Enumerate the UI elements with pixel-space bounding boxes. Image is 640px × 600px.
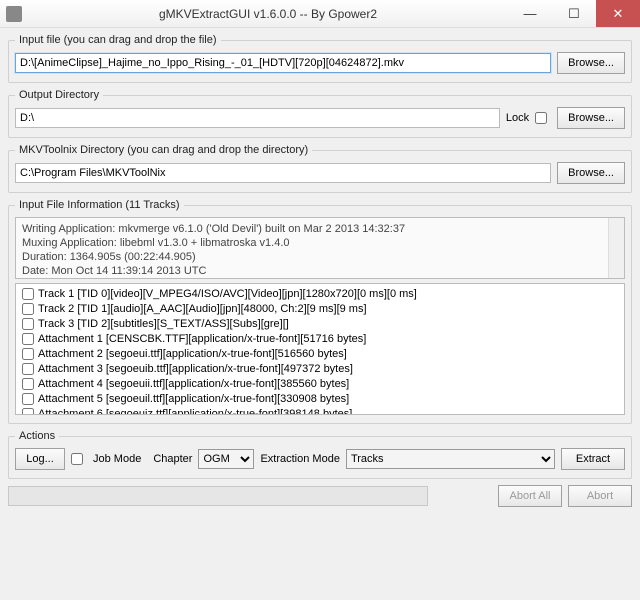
window-title: gMKVExtractGUI v1.6.0.0 -- By Gpower2	[28, 7, 508, 21]
extraction-select[interactable]: Tracks	[346, 449, 555, 469]
app-icon	[6, 6, 22, 22]
info-line: Writing Application: mkvmerge v6.1.0 ('O…	[22, 222, 618, 236]
track-row[interactable]: Attachment 3 [segoeuib.ttf][application/…	[16, 361, 624, 376]
track-list[interactable]: Track 1 [TID 0][video][V_MPEG4/ISO/AVC][…	[15, 283, 625, 415]
track-label: Attachment 4 [segoeuii.ttf][application/…	[38, 378, 349, 390]
output-dir-legend: Output Directory	[15, 89, 103, 101]
track-label: Track 1 [TID 0][video][V_MPEG4/ISO/AVC][…	[38, 288, 417, 300]
track-checkbox[interactable]	[22, 378, 34, 390]
track-label: Attachment 6 [segoeuiz.ttf][application/…	[38, 408, 352, 416]
browse-input-button[interactable]: Browse...	[557, 52, 625, 74]
file-info-legend: Input File Information (11 Tracks)	[15, 199, 184, 211]
track-label: Attachment 3 [segoeuib.ttf][application/…	[38, 363, 353, 375]
scrollbar[interactable]	[608, 218, 624, 278]
lock-checkbox[interactable]	[535, 112, 547, 124]
chapter-label: Chapter	[153, 453, 192, 465]
track-checkbox[interactable]	[22, 393, 34, 405]
progress-bar	[8, 486, 428, 506]
file-info-group: Input File Information (11 Tracks) Writi…	[8, 199, 632, 424]
log-button[interactable]: Log...	[15, 448, 65, 470]
minimize-button[interactable]: —	[508, 0, 552, 27]
toolnix-dir-field[interactable]	[15, 163, 551, 183]
toolnix-dir-legend: MKVToolnix Directory (you can drag and d…	[15, 144, 312, 156]
output-dir-field[interactable]	[15, 108, 500, 128]
browse-output-button[interactable]: Browse...	[557, 107, 625, 129]
info-line: Muxing Application: libebml v1.3.0 + lib…	[22, 236, 618, 250]
abort-button[interactable]: Abort	[568, 485, 632, 507]
actions-legend: Actions	[15, 430, 59, 442]
extraction-label: Extraction Mode	[260, 453, 339, 465]
titlebar: gMKVExtractGUI v1.6.0.0 -- By Gpower2 — …	[0, 0, 640, 28]
track-row[interactable]: Track 2 [TID 1][audio][A_AAC][Audio][jpn…	[16, 301, 624, 316]
info-line: Date: Mon Oct 14 11:39:14 2013 UTC	[22, 264, 618, 278]
toolnix-dir-group: MKVToolnix Directory (you can drag and d…	[8, 144, 632, 193]
track-row[interactable]: Attachment 1 [CENSCBK.TTF][application/x…	[16, 331, 624, 346]
input-file-group: Input file (you can drag and drop the fi…	[8, 34, 632, 83]
track-checkbox[interactable]	[22, 318, 34, 330]
browse-toolnix-button[interactable]: Browse...	[557, 162, 625, 184]
input-file-legend: Input file (you can drag and drop the fi…	[15, 34, 221, 46]
track-checkbox[interactable]	[22, 288, 34, 300]
track-checkbox[interactable]	[22, 348, 34, 360]
chapter-select[interactable]: OGM	[198, 449, 254, 469]
jobmode-label: Job Mode	[93, 453, 141, 465]
extract-button[interactable]: Extract	[561, 448, 625, 470]
track-row[interactable]: Track 3 [TID 2][subtitles][S_TEXT/ASS][S…	[16, 316, 624, 331]
output-dir-group: Output Directory Lock Browse...	[8, 89, 632, 138]
track-row[interactable]: Attachment 5 [segoeuil.ttf][application/…	[16, 391, 624, 406]
maximize-button[interactable]: ☐	[552, 0, 596, 27]
actions-group: Actions Log... Job Mode Chapter OGM Extr…	[8, 430, 632, 479]
track-checkbox[interactable]	[22, 408, 34, 416]
jobmode-checkbox[interactable]	[71, 453, 83, 465]
track-row[interactable]: Track 1 [TID 0][video][V_MPEG4/ISO/AVC][…	[16, 286, 624, 301]
info-line: Duration: 1364.905s (00:22:44.905)	[22, 250, 618, 264]
track-row[interactable]: Attachment 2 [segoeui.ttf][application/x…	[16, 346, 624, 361]
track-checkbox[interactable]	[22, 333, 34, 345]
file-info-text: Writing Application: mkvmerge v6.1.0 ('O…	[15, 217, 625, 279]
track-label: Track 3 [TID 2][subtitles][S_TEXT/ASS][S…	[38, 318, 289, 330]
input-file-field[interactable]	[15, 53, 551, 73]
lock-label: Lock	[506, 112, 529, 124]
track-row[interactable]: Attachment 4 [segoeuii.ttf][application/…	[16, 376, 624, 391]
track-label: Attachment 2 [segoeui.ttf][application/x…	[38, 348, 347, 360]
track-label: Attachment 5 [segoeuil.ttf][application/…	[38, 393, 349, 405]
track-label: Attachment 1 [CENSCBK.TTF][application/x…	[38, 333, 366, 345]
track-checkbox[interactable]	[22, 363, 34, 375]
track-row[interactable]: Attachment 6 [segoeuiz.ttf][application/…	[16, 406, 624, 415]
track-label: Track 2 [TID 1][audio][A_AAC][Audio][jpn…	[38, 303, 367, 315]
close-button[interactable]: ✕	[596, 0, 640, 27]
abort-all-button[interactable]: Abort All	[498, 485, 562, 507]
track-checkbox[interactable]	[22, 303, 34, 315]
